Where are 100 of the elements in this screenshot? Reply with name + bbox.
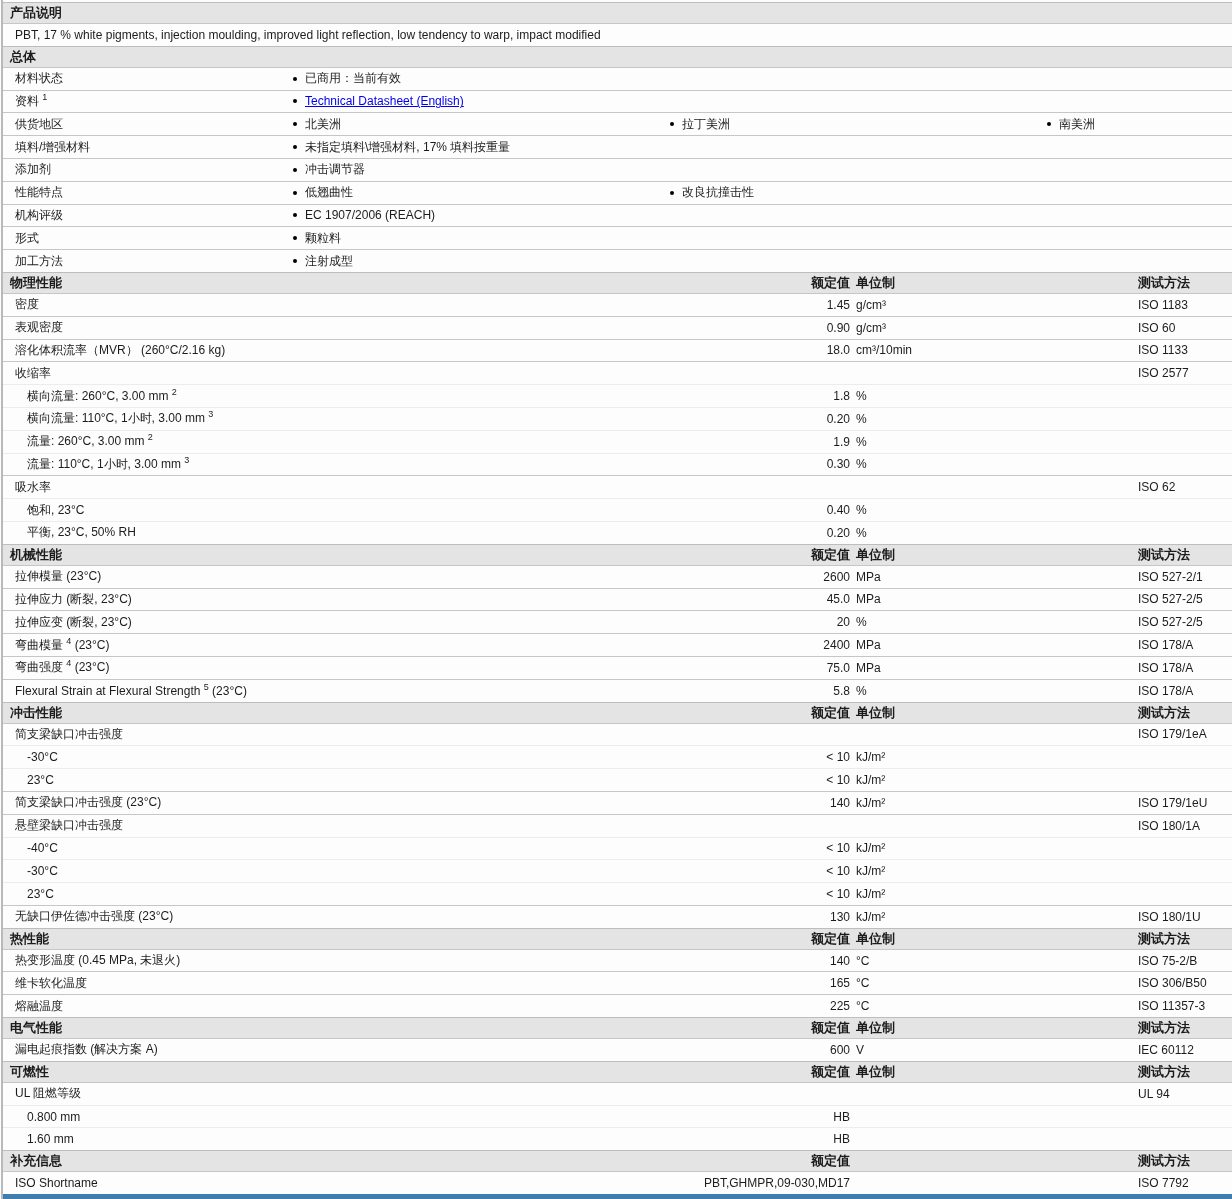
property-value: 20 [836,615,850,630]
property-label: 拉伸应变 (断裂, 23°C) [14,613,132,631]
property-label: 资料 $^{1}$ [14,93,49,110]
property-label: 密度 [14,296,39,314]
test-method: UL 94 [1138,1086,1170,1101]
property-label: 23°C [26,773,54,787]
test-method: ISO 75-2/B [1138,953,1198,968]
test-method: ISO 180/1U [1138,909,1201,924]
unit-text: kJ/m² [856,841,886,856]
unit-text: % [856,411,867,426]
property-label: 性能特点 [14,184,64,202]
unit-text: % [856,389,867,404]
column-header: 单位制 [856,1062,895,1081]
property-label: 添加剂 [14,161,52,179]
property-value: 已商用：当前有效 [305,70,401,88]
property-label: 机构评级 [14,206,64,224]
property-label: 弯曲强度 $^{4}$ (23°C) [14,659,110,677]
property-value: 5.8 [833,683,850,698]
property-label: 1.60 mm [26,1132,74,1147]
property-value: 165 [829,976,850,991]
bullet-icon [293,259,297,264]
property-label: -30°C [26,864,58,879]
unit-text: kJ/m² [856,887,886,901]
property-label: 吸水率 [14,478,51,496]
column-header: 额定值 [811,1062,850,1081]
test-method: ISO 178/A [1138,660,1194,675]
property-value: 改良抗撞击性 [682,184,754,202]
column-header: 测试方法 [1138,929,1190,948]
property-label: 材料状态 [14,70,64,88]
datasheet-link[interactable]: Technical Datasheet (English) [305,94,464,109]
property-value: 18.0 [826,343,850,358]
property-label: 漏电起痕指数 (解决方案 A) [14,1041,158,1059]
property-value: 225 [829,999,850,1014]
property-value: < 10 [826,750,850,765]
unit-text: °C [856,953,870,968]
property-label: 悬壁梁缺口冲击强度 [14,817,123,835]
unit-text: °C [856,999,870,1014]
property-label: ISO Shortname [14,1176,98,1191]
property-value: < 10 [826,773,850,787]
property-value: 130 [829,909,850,924]
property-label: UL 阻燃等级 [14,1085,82,1103]
section-title: 机械性能 [8,545,63,564]
column-header: 额定值 [811,703,850,722]
column-header: 额定值 [811,545,850,564]
property-label: 表观密度 [14,319,63,337]
property-value: 45.0 [826,592,850,607]
test-method: ISO 306/B50 [1138,976,1207,991]
property-label: 弯曲模量 $^{4}$ (23°C) [14,636,110,654]
unit-text: MPa [856,569,881,584]
column-header: 单位制 [856,545,895,564]
test-method: ISO 180/1A [1138,818,1201,833]
unit-text: °C [856,976,870,991]
bullet-icon [293,76,297,81]
unit-text: % [856,525,867,540]
section-title: 冲击性能 [9,703,63,722]
bullet-icon [293,99,297,104]
property-value: 0.40 [826,503,850,518]
property-value: 0.30 [826,457,850,472]
bullet-icon [670,190,674,195]
property-value: EC 1907/2006 (REACH) [305,208,436,223]
property-label: 加工方法 [14,252,64,270]
test-method: ISO 1133 [1138,343,1188,358]
property-label: 流量: 260°C, 3.00 mm $^{2}$ [26,433,153,451]
test-method: ISO 527-2/5 [1138,615,1203,630]
unit-text: % [856,503,867,518]
property-value: 1.9 [833,434,850,449]
property-value: 注射成型 [305,252,353,270]
column-header: 额定值 [811,273,850,292]
bullet-icon [1047,122,1051,127]
test-method: ISO 178/A [1138,683,1194,698]
property-value: 1.8 [833,389,850,404]
property-label: 饱和, 23°C [26,501,85,519]
property-value: 南美洲 [1059,115,1095,133]
test-method: ISO 60 [1138,320,1176,335]
column-header: 单位制 [856,929,895,948]
property-value: 0.20 [826,411,850,426]
property-label: 横向流量: 110°C, 1小时, 3.00 mm $^{3}$ [26,410,214,428]
column-header: 单位制 [856,1019,895,1038]
property-value: 75.0 [826,660,850,675]
unit-text: V [856,1042,864,1057]
property-value: HB [833,1132,850,1147]
property-label: 熔融温度 [14,997,63,1015]
column-header: 测试方法 [1138,1152,1190,1171]
section-title: 总体 [8,47,36,66]
section-title: 产品说明 [9,4,62,22]
unit-text: kJ/m² [856,795,886,810]
unit-text: MPa [856,660,881,675]
property-value: < 10 [826,887,850,901]
property-label: 0.800 mm [26,1109,81,1124]
unit-text: MPa [856,592,881,607]
property-label: 填料/增强材料 [14,138,92,156]
property-value: 0.90 [826,320,850,335]
property-label: 收缩率 [14,364,51,382]
property-value: 颗粒料 [305,229,341,247]
column-header: 测试方法 [1138,545,1190,564]
property-value: 北美洲 [305,115,341,133]
unit-text: g/cm³ [856,297,886,312]
section-title: 热性能 [9,929,50,948]
test-method: ISO 7792 [1138,1176,1189,1191]
property-label: -40°C [26,841,58,856]
